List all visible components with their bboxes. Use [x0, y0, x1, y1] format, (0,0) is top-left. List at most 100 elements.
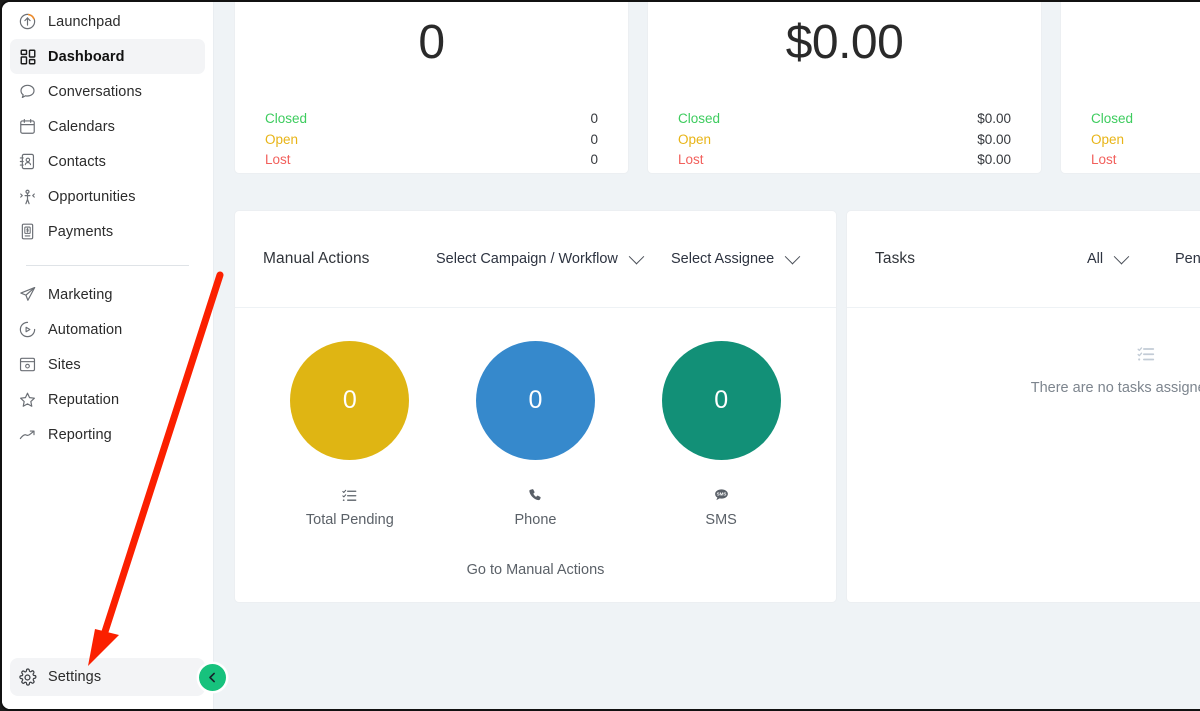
dropdown-label: Select Campaign / Workflow	[436, 251, 618, 267]
stat-row-label: Lost	[678, 152, 704, 167]
sidebar-primary-nav: Launchpad Dashboard Conversations Calend…	[2, 4, 213, 452]
sidebar-collapse-button[interactable]	[199, 664, 226, 691]
tasks-empty-state: There are no tasks assigned for this	[847, 308, 1200, 396]
phone-icon	[455, 486, 615, 504]
reputation-star-icon	[18, 390, 37, 409]
sidebar-item-label: Reputation	[48, 391, 120, 408]
svg-text:SMS: SMS	[716, 491, 726, 496]
sidebar-item-label: Conversations	[48, 83, 142, 100]
stat-card-value: $0.00 Closed $0.00 Open $0.00 Lost $0.00	[647, 2, 1042, 174]
sidebar-item-settings[interactable]: Settings	[10, 658, 205, 696]
sidebar-item-label: Calendars	[48, 118, 115, 135]
sidebar-item-label: Marketing	[48, 286, 113, 303]
dropdown-label: Pending	[1175, 251, 1200, 267]
panels-row: Manual Actions Select Campaign / Workflo…	[234, 210, 1200, 603]
sidebar-item-label: Opportunities	[48, 188, 136, 205]
manual-action-circles: 0 Total Pending 0 Phone 0 SMS SMS	[235, 308, 836, 528]
sidebar-item-payments[interactable]: Payments	[10, 214, 205, 249]
sidebar-item-calendars[interactable]: Calendars	[10, 109, 205, 144]
stat-breakdown: Closed $0.00 Open $0.00 Lost $0.00	[678, 109, 1011, 171]
circle-label: Phone	[514, 512, 557, 528]
stat-breakdown: Closed 0 Open 0 Lost 0	[265, 109, 598, 171]
circle-count: 0	[475, 341, 595, 460]
circle-count: 0	[661, 341, 781, 460]
campaign-workflow-dropdown[interactable]: Select Campaign / Workflow	[436, 248, 671, 267]
sidebar-item-label: Payments	[48, 223, 114, 240]
panel-title: Manual Actions	[263, 250, 370, 267]
stat-row-label: Open	[1091, 131, 1125, 147]
manual-action-total-pending[interactable]: 0 Total Pending	[270, 341, 430, 528]
stat-row-label: Lost	[1091, 152, 1117, 167]
marketing-icon	[18, 285, 37, 304]
stat-row-value: 0	[590, 131, 598, 147]
sidebar-item-label: Dashboard	[48, 48, 125, 65]
sidebar-item-automation[interactable]: Automation	[10, 312, 205, 347]
sidebar-item-reporting[interactable]: Reporting	[10, 417, 205, 452]
go-to-manual-actions-link[interactable]: Go to Manual Actions	[235, 562, 836, 578]
sidebar-item-label: Settings	[48, 669, 102, 685]
launchpad-icon	[18, 12, 37, 31]
stat-row-open: Open $0.00	[678, 130, 1011, 151]
manual-action-sms[interactable]: 0 SMS SMS	[641, 341, 801, 528]
sidebar-item-label: Sites	[48, 356, 81, 373]
stat-row-value: $0.00	[977, 152, 1011, 167]
main-content: 0 Closed 0 Open 0 Lost 0 $0.00 Closed $0…	[215, 2, 1200, 709]
manual-action-phone[interactable]: 0 Phone	[455, 341, 615, 528]
sidebar-divider	[26, 265, 189, 266]
stat-row-label: Closed	[265, 111, 308, 126]
stat-row-closed: Closed $0.00	[678, 109, 1011, 130]
sms-bubble-icon: SMS	[641, 486, 801, 504]
stat-row-lost: Lost $0.00	[678, 150, 1011, 171]
sites-icon	[18, 355, 37, 374]
dropdown-label: All	[1087, 251, 1104, 267]
circle-count: 0	[290, 341, 410, 460]
stat-row-open: Open 0	[265, 130, 598, 151]
stat-value: 0	[1091, 13, 1200, 73]
tasks-filter-all-dropdown[interactable]: All	[1087, 248, 1175, 267]
sidebar: Launchpad Dashboard Conversations Calend…	[2, 2, 226, 709]
sidebar-item-sites[interactable]: Sites	[10, 347, 205, 382]
stat-card-third: 0 Closed 0 Open 0 Lost 0	[1060, 2, 1200, 174]
sidebar-item-contacts[interactable]: Contacts	[10, 144, 205, 179]
stat-card-opportunities: 0 Closed 0 Open 0 Lost 0	[234, 2, 629, 174]
chevron-down-icon	[628, 248, 645, 264]
dashboard-icon	[18, 47, 37, 66]
circle-label: SMS	[705, 512, 737, 528]
stat-row-label: Open	[678, 131, 712, 147]
stat-row-value: 0	[590, 111, 598, 126]
stat-row-value: $0.00	[977, 131, 1011, 147]
sidebar-item-conversations[interactable]: Conversations	[10, 74, 205, 109]
sidebar-item-reputation[interactable]: Reputation	[10, 382, 205, 417]
sidebar-item-label: Reporting	[48, 426, 112, 443]
sidebar-item-dashboard[interactable]: Dashboard	[10, 39, 205, 74]
tasks-header: Tasks All Pending	[847, 211, 1200, 308]
sidebar-item-marketing[interactable]: Marketing	[10, 277, 205, 312]
sidebar-item-label: Contacts	[48, 153, 107, 170]
circle-label: Total Pending	[305, 512, 394, 528]
stat-value: $0.00	[785, 16, 904, 69]
stat-row-lost: Lost 0	[1091, 150, 1200, 171]
calendar-icon	[18, 117, 37, 136]
sidebar-item-launchpad[interactable]: Launchpad	[10, 4, 205, 39]
stat-row-value: 0	[590, 152, 598, 167]
stat-row-open: Open 0	[1091, 130, 1200, 151]
stat-value: 0	[418, 16, 445, 69]
chevron-left-icon	[205, 670, 220, 685]
assignee-dropdown[interactable]: Select Assignee	[671, 248, 801, 267]
stat-row-closed: Closed 0	[265, 109, 598, 130]
gear-icon	[18, 668, 37, 687]
stat-row-label: Lost	[265, 152, 291, 167]
stat-row-label: Closed	[1091, 111, 1134, 126]
stat-row-value: $0.00	[977, 111, 1011, 126]
stat-breakdown: Closed 0 Open 0 Lost 0	[1091, 109, 1200, 171]
manual-actions-panel: Manual Actions Select Campaign / Workflo…	[234, 210, 837, 603]
dropdown-label: Select Assignee	[671, 251, 775, 267]
tasks-filter-status-dropdown[interactable]: Pending	[1175, 251, 1200, 267]
stat-row-closed: Closed 0	[1091, 109, 1200, 130]
automation-icon	[18, 320, 37, 339]
contacts-icon	[18, 152, 37, 171]
sidebar-item-label: Automation	[48, 321, 123, 338]
sidebar-item-opportunities[interactable]: Opportunities	[10, 179, 205, 214]
payments-icon	[18, 222, 37, 241]
stat-row-label: Open	[265, 131, 299, 147]
